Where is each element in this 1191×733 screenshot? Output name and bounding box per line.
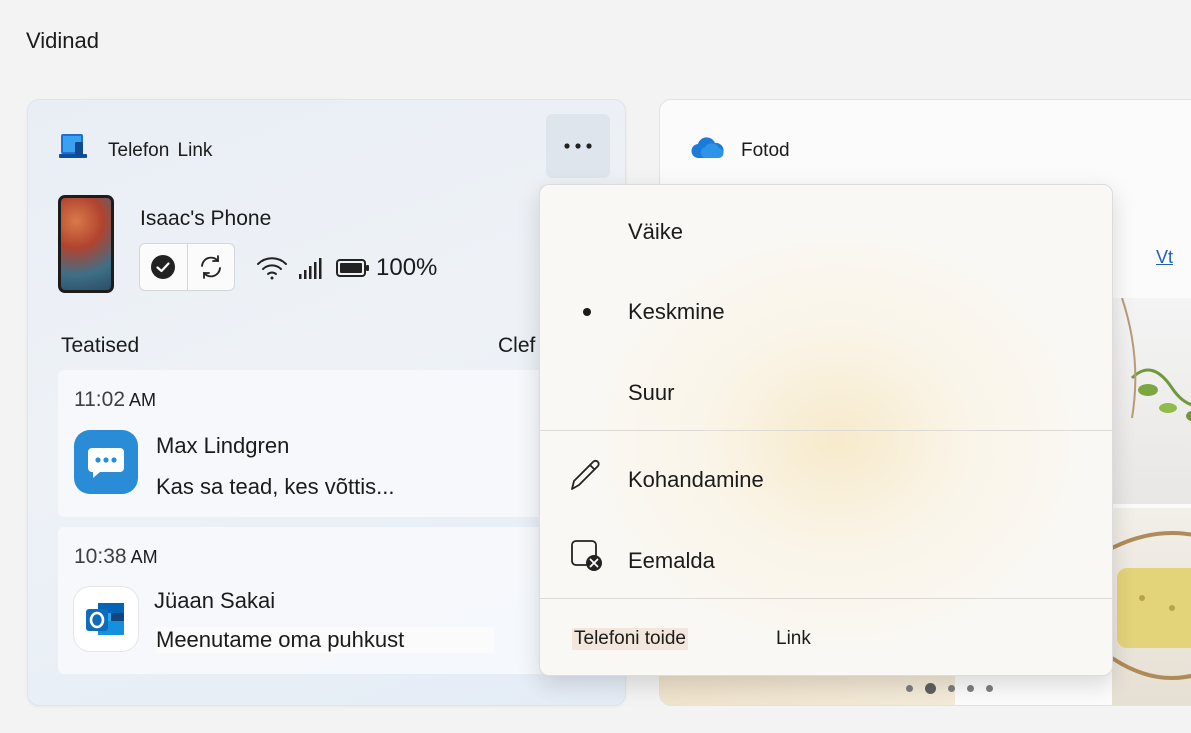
battery-icon bbox=[336, 259, 369, 277]
notification-card[interactable]: 10:38 AM Jüaan Sakai Meenutame oma puhkus… bbox=[58, 527, 588, 674]
clear-notifications-link[interactable]: Clef bbox=[498, 334, 535, 358]
outlook-icon bbox=[74, 587, 138, 651]
notification-preview: Kas sa tead, kes võttis... bbox=[156, 474, 395, 499]
page-dot[interactable] bbox=[906, 685, 913, 692]
phone-link-icon bbox=[59, 134, 87, 158]
sync-button[interactable] bbox=[186, 244, 235, 290]
notification-preview: Meenutame oma puhkust bbox=[156, 627, 495, 653]
menu-item-size-medium[interactable]: Keskmine bbox=[628, 299, 725, 325]
menu-footer-link[interactable]: Link bbox=[776, 628, 811, 650]
page-dot[interactable] bbox=[948, 685, 955, 692]
photo-thumbnail[interactable] bbox=[1110, 508, 1191, 705]
device-name: Isaac's Phone bbox=[140, 207, 272, 230]
notification-card[interactable]: 11:02 AM Max Lindgren Kas sa tead, kes võ… bbox=[58, 370, 588, 517]
selected-bullet-icon bbox=[583, 308, 591, 316]
phone-link-widget: Telefon Link Isaac's Phone 100% Teatised… bbox=[27, 99, 626, 706]
notification-time: 11:02 AM bbox=[74, 388, 156, 411]
menu-item-size-large[interactable]: Suur bbox=[628, 380, 674, 406]
signal-icon bbox=[299, 258, 322, 279]
device-status: 100% bbox=[256, 254, 437, 282]
remove-widget-icon bbox=[571, 540, 602, 571]
battery-percentage: 100% bbox=[376, 254, 438, 281]
menu-item-customize[interactable]: Kohandamine bbox=[628, 467, 764, 493]
sync-icon bbox=[200, 255, 221, 279]
photo-thumbnail[interactable] bbox=[1112, 297, 1191, 504]
onedrive-cloud-icon bbox=[691, 137, 724, 159]
page-dot[interactable] bbox=[986, 685, 993, 692]
widget-title: Telefon Link bbox=[108, 140, 213, 161]
more-icon bbox=[564, 143, 592, 149]
phone-wallpaper-thumbnail bbox=[58, 195, 114, 293]
menu-item-size-small[interactable]: Väike bbox=[628, 219, 683, 245]
widget-title: Fotod bbox=[741, 140, 790, 161]
messages-icon bbox=[74, 430, 138, 494]
menu-separator bbox=[540, 598, 1112, 599]
widget-context-menu: Väike Keskmine Suur Kohandamine Eemalda … bbox=[539, 184, 1113, 676]
check-circle-icon bbox=[151, 255, 176, 279]
more-options-button[interactable] bbox=[546, 114, 610, 178]
notifications-heading: Teatised bbox=[61, 334, 140, 357]
device-actions bbox=[139, 243, 235, 291]
pencil-icon bbox=[571, 459, 600, 490]
menu-separator bbox=[540, 430, 1112, 431]
menu-footer-label[interactable]: Telefoni toide bbox=[572, 628, 688, 650]
page-dot-active[interactable] bbox=[925, 683, 936, 694]
see-all-link[interactable]: Vt bbox=[1156, 247, 1173, 268]
notification-sender: Max Lindgren bbox=[156, 433, 290, 458]
notification-time: 10:38 AM bbox=[74, 545, 158, 568]
notification-sender: Jüaan Sakai bbox=[154, 588, 276, 613]
wifi-icon bbox=[257, 257, 287, 280]
pagination-dots[interactable] bbox=[906, 683, 993, 694]
menu-item-remove[interactable]: Eemalda bbox=[628, 548, 715, 574]
connected-button[interactable] bbox=[140, 244, 187, 290]
page-title: Vidinad bbox=[26, 28, 99, 53]
page-dot[interactable] bbox=[967, 685, 974, 692]
